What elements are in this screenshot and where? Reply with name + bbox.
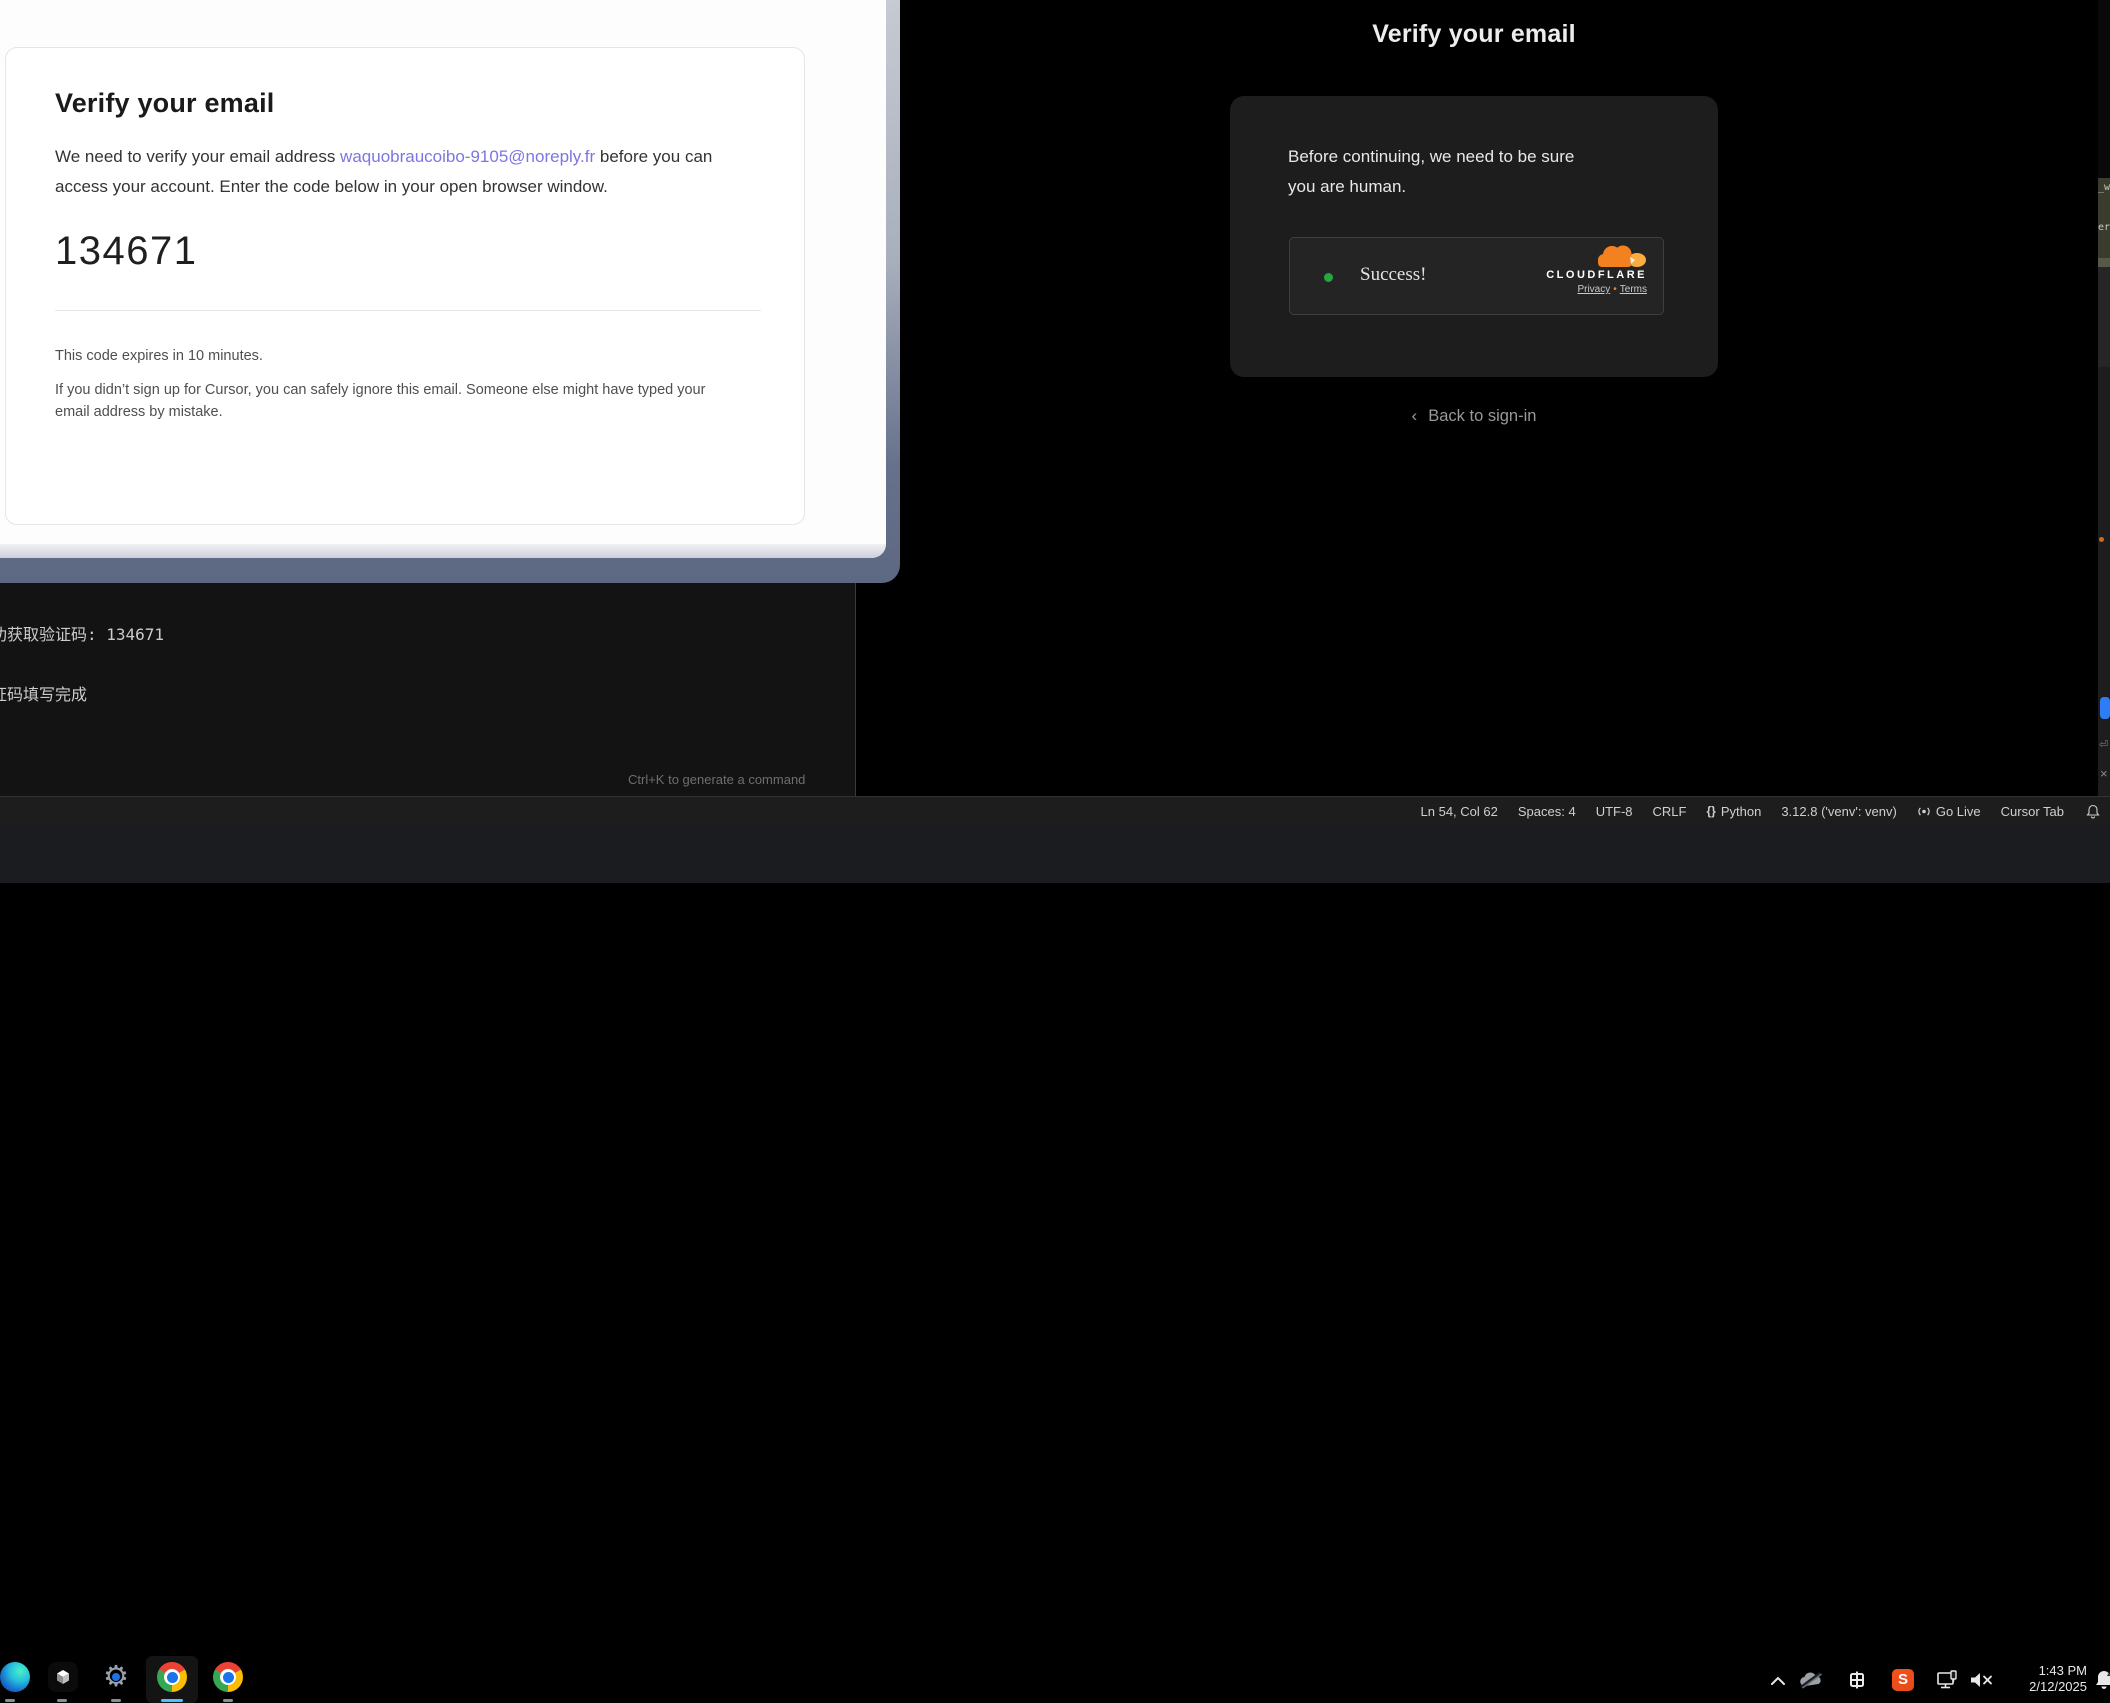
terminal-line: 功获取验证码: 134671 bbox=[0, 624, 206, 646]
running-indicator bbox=[223, 1699, 233, 1702]
auth-subtitle-line2: you are human. bbox=[1288, 172, 1574, 202]
go-live-label: Go Live bbox=[1936, 804, 1981, 819]
close-icon[interactable]: × bbox=[2100, 766, 2108, 781]
auth-page-title: Verify your email bbox=[1230, 20, 1718, 49]
running-indicator bbox=[111, 1699, 121, 1702]
terms-link[interactable]: Terms bbox=[1620, 284, 1647, 295]
clock-date: 2/12/2025 bbox=[2029, 1679, 2087, 1695]
active-running-indicator bbox=[161, 1699, 183, 1702]
cloudflare-wordmark: CLOUDFLARE bbox=[1546, 269, 1647, 281]
cursor-app-icon[interactable] bbox=[48, 1662, 78, 1692]
focus-assist-bell-icon[interactable]: z bbox=[2092, 1668, 2110, 1697]
email-window-bottom-chrome bbox=[0, 544, 886, 558]
chevron-left-icon: ‹ bbox=[1412, 406, 1418, 426]
link-separator: • bbox=[1610, 284, 1620, 295]
enter-key-icon: ⏎ bbox=[2099, 738, 2108, 751]
chrome-center bbox=[167, 1672, 178, 1683]
indentation-indicator[interactable]: Spaces: 4 bbox=[1518, 804, 1576, 819]
running-indicator bbox=[5, 1699, 15, 1702]
verification-email-card: Verify your email We need to verify your… bbox=[5, 47, 805, 525]
cursor-tab-indicator[interactable]: Cursor Tab bbox=[2001, 804, 2064, 819]
chrome-browser-icon-active[interactable] bbox=[157, 1662, 187, 1692]
editor-status-bar: Ln 54, Col 62 Spaces: 4 UTF-8 CRLF {} Py… bbox=[0, 796, 2110, 825]
human-verification-card: Before continuing, we need to be sure yo… bbox=[1230, 96, 1718, 377]
windows-taskbar: ⚙ S bbox=[0, 825, 2110, 883]
cursor-position-indicator[interactable]: Ln 54, Col 62 bbox=[1421, 804, 1498, 819]
turnstile-status-text: Success! bbox=[1360, 264, 1426, 286]
network-display-icon[interactable] bbox=[1936, 1670, 1960, 1695]
edge-strip-highlight-row bbox=[2098, 258, 2110, 267]
edge-strip-panel bbox=[2098, 267, 2110, 367]
go-live-button[interactable]: Go Live bbox=[1917, 804, 1981, 819]
gear-center-dot bbox=[112, 1673, 120, 1681]
bell-icon bbox=[2086, 804, 2100, 819]
back-link-label: Back to sign-in bbox=[1428, 407, 1536, 425]
privacy-link[interactable]: Privacy bbox=[1577, 284, 1610, 295]
text-fragment: _w bbox=[2098, 182, 2110, 193]
email-client-window: Verify your email We need to verify your… bbox=[0, 0, 900, 583]
onedrive-offline-icon[interactable] bbox=[1798, 1671, 1824, 1694]
edge-strip-dark-top bbox=[2098, 0, 2110, 178]
turnstile-legal-links: Privacy•Terms bbox=[1577, 284, 1647, 295]
auth-subtitle-line1: Before continuing, we need to be sure bbox=[1288, 142, 1574, 172]
chrome-browser-icon[interactable] bbox=[213, 1662, 243, 1692]
email-disclaimer: If you didn’t sign up for Cursor, you ca… bbox=[55, 379, 731, 423]
cloudflare-logo-icon bbox=[1593, 243, 1647, 268]
eol-indicator[interactable]: CRLF bbox=[1653, 804, 1687, 819]
notifications-button[interactable] bbox=[2086, 804, 2100, 819]
running-indicator bbox=[57, 1699, 67, 1702]
email-body: We need to verify your email address waq… bbox=[55, 142, 761, 202]
chrome-center bbox=[223, 1672, 234, 1683]
auth-subtitle: Before continuing, we need to be sure yo… bbox=[1288, 142, 1574, 202]
back-to-signin-link[interactable]: ‹ Back to sign-in bbox=[1230, 406, 1718, 426]
cube-icon bbox=[54, 1668, 72, 1686]
clipped-window-edge: _w er ⏎ × bbox=[2098, 0, 2110, 796]
code-expiry-note: This code expires in 10 minutes. bbox=[55, 348, 758, 364]
edge-strip-editor-fragment: _w er bbox=[2098, 178, 2110, 258]
email-title: Verify your email bbox=[55, 88, 758, 119]
email-body-before-link: We need to verify your email address bbox=[55, 147, 340, 166]
terminal-pane[interactable]: 功获取验证码: 134671 证码填写完成 在处理 Turnstile 验证..… bbox=[0, 583, 856, 796]
cloudflare-branding: CLOUDFLARE Privacy•Terms bbox=[1546, 243, 1647, 295]
language-mode-indicator[interactable]: {} Python bbox=[1706, 804, 1761, 819]
cloudflare-turnstile-widget[interactable]: Success! CLOUDFLARE Privacy•Terms bbox=[1289, 237, 1664, 315]
clock-time: 1:43 PM bbox=[2029, 1663, 2087, 1679]
snipaste-s-icon[interactable]: S bbox=[1892, 1669, 1914, 1691]
edge-strip-blue-button[interactable] bbox=[2100, 697, 2110, 719]
edge-strip-orange-dot bbox=[2099, 537, 2104, 542]
ime-language-indicator-icon[interactable] bbox=[1847, 1670, 1867, 1695]
braces-icon: {} bbox=[1706, 804, 1715, 818]
success-status-dot bbox=[1324, 273, 1333, 282]
taskbar-clock[interactable]: 1:43 PM 2/12/2025 bbox=[2029, 1663, 2087, 1695]
terminal-ctrlk-hint: Ctrl+K to generate a command bbox=[628, 772, 805, 787]
verification-code: 134671 bbox=[55, 229, 758, 274]
edge-browser-icon[interactable] bbox=[0, 1662, 30, 1692]
tray-chevron-up-icon[interactable] bbox=[1770, 1673, 1786, 1691]
terminal-line: 证码填写完成 bbox=[0, 684, 206, 706]
terminal-output: 功获取验证码: 134671 证码填写完成 在处理 Turnstile 验证..… bbox=[0, 586, 206, 796]
status-bar-right: Ln 54, Col 62 Spaces: 4 UTF-8 CRLF {} Py… bbox=[1421, 797, 2110, 825]
encoding-indicator[interactable]: UTF-8 bbox=[1596, 804, 1633, 819]
settings-gear-icon[interactable]: ⚙ bbox=[101, 1662, 131, 1692]
email-divider bbox=[55, 310, 761, 311]
broadcast-icon bbox=[1917, 805, 1931, 818]
language-label: Python bbox=[1721, 804, 1761, 819]
python-interpreter-indicator[interactable]: 3.12.8 ('venv': venv) bbox=[1781, 804, 1897, 819]
desktop: Verify your email We need to verify your… bbox=[0, 0, 2110, 883]
email-address-link[interactable]: waquobraucoibo-9105@noreply.fr bbox=[340, 147, 595, 166]
text-fragment: er bbox=[2098, 222, 2110, 233]
terminal-line bbox=[0, 744, 206, 766]
email-window-content: Verify your email We need to verify your… bbox=[0, 0, 886, 558]
speaker-muted-icon[interactable] bbox=[1969, 1671, 1995, 1694]
